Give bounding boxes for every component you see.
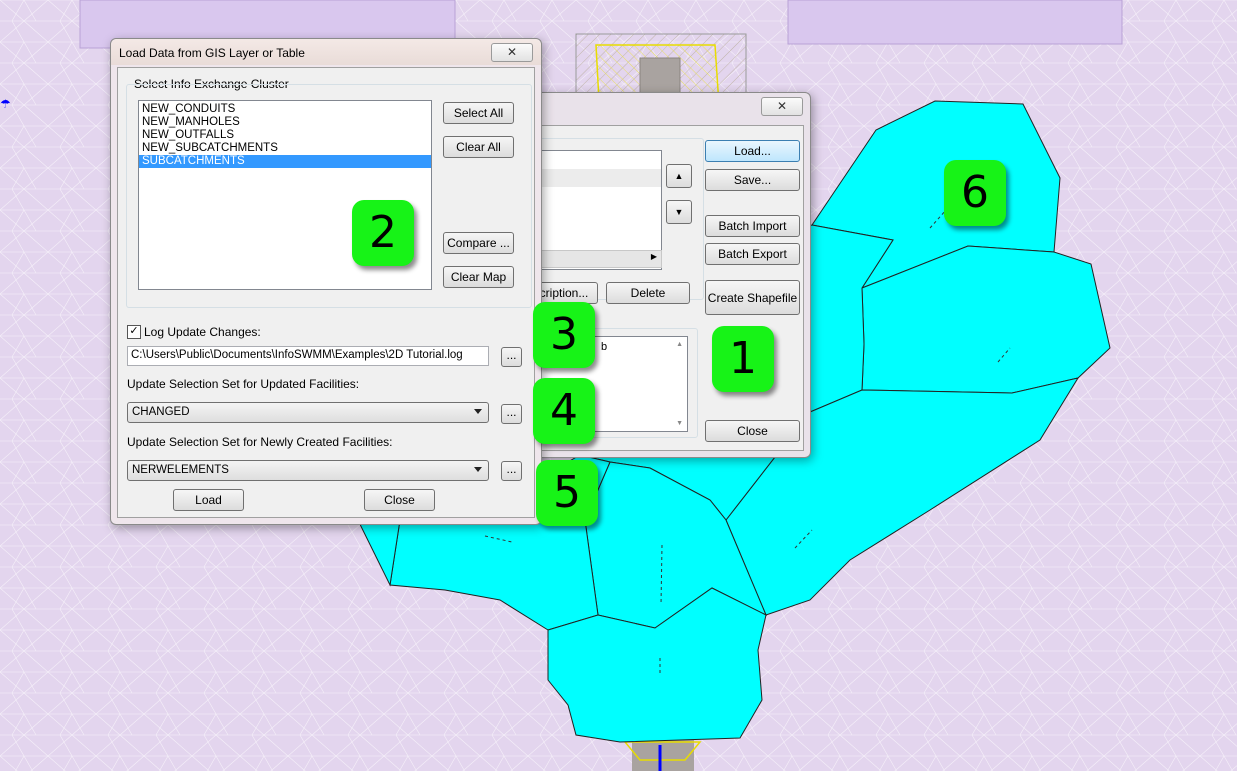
step-badge-6: 6 [944,160,1006,226]
exchange-list-scrollbar[interactable]: ▶ [540,250,662,268]
load-setup-button[interactable]: Load... [705,140,800,162]
select-all-button[interactable]: Select All [443,102,514,124]
clear-all-button[interactable]: Clear All [443,136,514,158]
building-footprint-right [787,0,1123,45]
move-up-button[interactable]: ▲ [666,164,692,188]
batch-import-button[interactable]: Batch Import [705,215,800,237]
cluster-item[interactable]: NEW_SUBCATCHMENTS [139,142,431,155]
step-badge-5: 5 [536,460,598,526]
step-badge-3: 3 [533,302,595,368]
scroll-right-icon[interactable]: ▶ [651,252,657,261]
updated-facilities-label: Update Selection Set for Updated Facilit… [127,377,360,391]
log-path-input[interactable]: C:\Users\Public\Documents\InfoSWMM\Examp… [127,346,489,366]
step-badge-1: 1 [712,326,774,392]
cluster-item[interactable]: NEW_OUTFALLS [139,129,431,142]
step-badge-2: 2 [352,200,414,266]
batch-export-button[interactable]: Batch Export [705,243,800,265]
updated-browse-button[interactable]: ... [501,404,522,424]
load-button[interactable]: Load [173,489,244,511]
clear-map-button[interactable]: Clear Map [443,266,514,288]
new-browse-button[interactable]: ... [501,461,522,481]
log-scroll-up-icon[interactable]: ▲ [676,341,683,348]
exchange-list-highlight [541,169,661,187]
dropdown-arrow-icon[interactable] [474,467,482,472]
updated-facilities-select[interactable]: CHANGED [127,402,489,423]
load-data-dialog: Load Data from GIS Layer or Table ✕ Sele… [110,38,542,525]
cluster-item[interactable]: NEW_CONDUITS [139,103,431,116]
close-button[interactable]: Close [364,489,435,511]
new-facilities-value: NERWELEMENTS [132,464,229,476]
updated-facilities-value: CHANGED [132,406,190,418]
load-data-body: Select Info Exchange Cluster NEW_CONDUIT… [117,67,535,518]
new-facilities-select[interactable]: NERWELEMENTS [127,460,489,481]
rain-gage-icon: ☂ [0,97,11,111]
move-down-button[interactable]: ▼ [666,200,692,224]
load-data-titlebar[interactable]: Load Data from GIS Layer or Table [111,39,541,65]
compare-button[interactable]: Compare ... [443,232,514,254]
dropdown-arrow-icon[interactable] [474,409,482,414]
cluster-item[interactable]: NEW_MANHOLES [139,116,431,129]
cluster-item-selected[interactable]: SUBCATCHMENTS [139,155,431,168]
outlet-structure [632,740,694,771]
save-setup-button[interactable]: Save... [705,169,800,191]
log-update-checkbox[interactable]: ✓ [127,325,141,339]
step-badge-4: 4 [533,378,595,444]
log-scroll-down-icon[interactable]: ▼ [676,420,683,427]
log-update-label: Log Update Changes: [144,325,261,339]
gis-exchange-close-button[interactable]: ✕ [761,97,803,116]
dialog-title: Load Data from GIS Layer or Table [119,46,305,60]
log-browse-button[interactable]: ... [501,347,522,367]
delete-button[interactable]: Delete [606,282,690,304]
create-shapefile-button[interactable]: Create Shapefile [705,280,800,315]
log-list-text: b [601,341,608,353]
load-data-close-icon[interactable]: ✕ [491,43,533,62]
new-facilities-label: Update Selection Set for Newly Created F… [127,435,393,449]
gis-exchange-close-text-button[interactable]: Close [705,420,800,442]
